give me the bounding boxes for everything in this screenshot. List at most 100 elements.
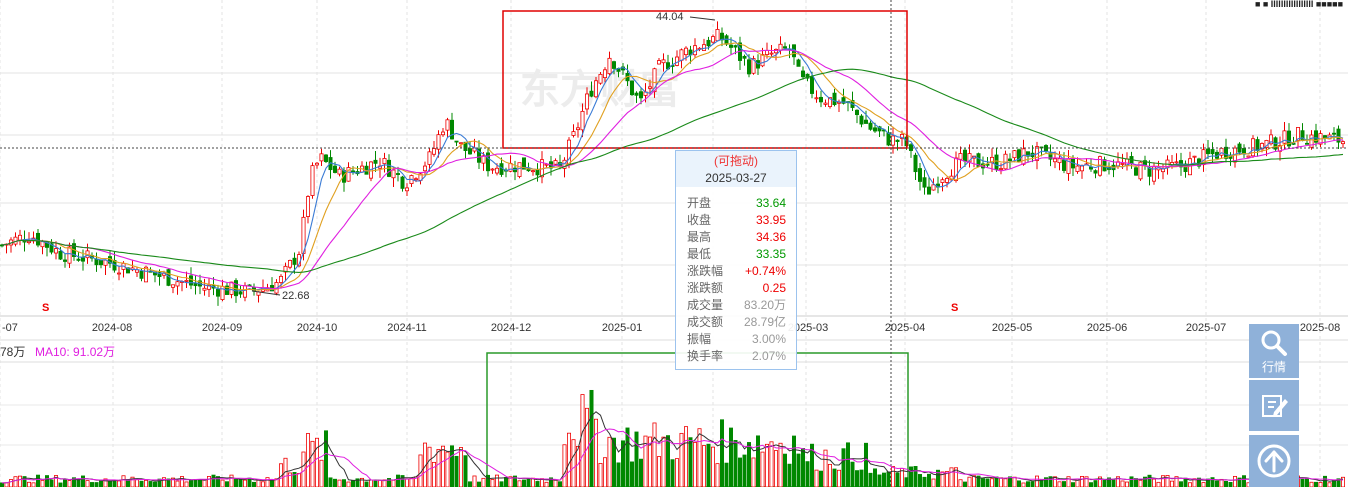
tooltip-key: 成交量 [687, 298, 724, 312]
volume-bar [13, 476, 18, 487]
candle-body [81, 257, 86, 262]
volume-bar [1341, 476, 1346, 487]
x-axis-label: 2024-08 [92, 322, 132, 334]
tooltip-date: 2025-03-27 [705, 171, 767, 185]
volume-bar [341, 479, 346, 487]
volume-bar [467, 481, 472, 487]
volume-bar [40, 479, 45, 487]
candle-body [337, 168, 342, 175]
volume-bar [224, 481, 229, 487]
candle-body [490, 168, 495, 171]
candle-body [729, 44, 734, 48]
volume-bar [1111, 479, 1116, 487]
volume-bar [1071, 482, 1076, 487]
volume-bar [1147, 474, 1152, 487]
volume-bar [99, 479, 104, 487]
volume-bar [837, 469, 842, 487]
volume-bar [377, 479, 382, 487]
candle-body [567, 139, 572, 166]
volume-bar [774, 450, 779, 487]
volume-bar [760, 451, 765, 487]
candle-body [1341, 141, 1346, 145]
quote-button[interactable]: 行情 [1249, 324, 1299, 378]
candle-body [711, 36, 716, 43]
data-tooltip[interactable]: (可拖动) 2025-03-27 开盘 33.64 收盘 33.95 最高 34.36 最低… [675, 150, 797, 370]
volume-bar [1053, 476, 1058, 487]
volume-bar [526, 478, 531, 487]
candle-body [427, 151, 432, 165]
volume-bar [927, 473, 932, 487]
volume-bar [711, 446, 716, 487]
candle-body [1174, 161, 1179, 164]
volume-bar [594, 418, 599, 487]
candle-body [1102, 159, 1107, 172]
volume-bar [152, 481, 157, 487]
volume-bar [697, 428, 702, 487]
volume-bar [220, 479, 225, 487]
volume-bar [652, 422, 657, 487]
candle-body [913, 154, 918, 173]
tooltip-drag-label[interactable]: (可拖动) [676, 151, 796, 170]
tooltip-value: 34.36 [755, 230, 786, 244]
candle-body [630, 80, 635, 96]
tooltip-row: 成交量 83.20万 [676, 297, 796, 314]
volume-bar [328, 477, 333, 487]
volume-bar [1021, 482, 1026, 487]
volume-bar [1314, 481, 1319, 487]
volume-bar [792, 435, 797, 487]
volume-bar [1026, 481, 1031, 487]
candle-body [927, 186, 932, 195]
candle-body [594, 80, 599, 98]
candle-body [783, 46, 788, 49]
tooltip-row: 最低 33.35 [676, 246, 796, 263]
volume-bar [1323, 475, 1328, 487]
volume-bar [904, 477, 909, 487]
candle-body [576, 127, 581, 131]
candle-body [350, 170, 355, 173]
x-axis-label: 2024-12 [491, 322, 531, 334]
candle-body [1120, 163, 1125, 165]
volume-bar [616, 462, 621, 487]
volume-bar [1102, 479, 1107, 487]
event-marker: S [951, 302, 958, 314]
candle-body [436, 134, 441, 150]
volume-bar [8, 479, 13, 487]
volume-bar [517, 480, 522, 487]
volume-bar [958, 479, 963, 487]
volume-bar [1062, 481, 1067, 487]
stock-chart[interactable]: 东方财富44.0422.68S S-07 2024-08 2024-09 2024-10… [0, 0, 1348, 487]
volume-bar [409, 477, 414, 487]
volume-bar [670, 459, 675, 487]
volume-bar [738, 457, 743, 487]
candle-body [202, 287, 207, 291]
candle-body [607, 57, 612, 75]
volume-bar [139, 480, 144, 487]
volume-bar [4, 482, 9, 487]
candle-body [494, 167, 499, 174]
volume-bar [242, 479, 247, 487]
candle-body [724, 35, 729, 45]
volume-bar [666, 435, 671, 487]
volume-bar [368, 479, 373, 487]
edit-button[interactable] [1249, 380, 1299, 431]
volume-bar [742, 454, 747, 487]
volume-bar [814, 469, 819, 487]
volume-bar [882, 472, 887, 487]
volume-bar [314, 437, 319, 487]
candle-body [742, 55, 747, 59]
tooltip-value: 0.25 [762, 281, 786, 295]
volume-bar [1057, 481, 1062, 487]
candle-body [553, 160, 558, 165]
volume-bar [949, 467, 954, 487]
volume-bar [553, 479, 558, 487]
back-to-top-button[interactable] [1249, 435, 1299, 487]
tooltip-key: 开盘 [687, 196, 712, 210]
volume-bar [796, 453, 801, 487]
volume-bar [567, 432, 572, 487]
volume-bar [121, 475, 126, 487]
volume-bar [476, 481, 481, 487]
volume-bar [1305, 477, 1310, 487]
volume-bar [864, 442, 869, 487]
volume-bar [445, 451, 450, 487]
volume-bar [197, 479, 202, 487]
